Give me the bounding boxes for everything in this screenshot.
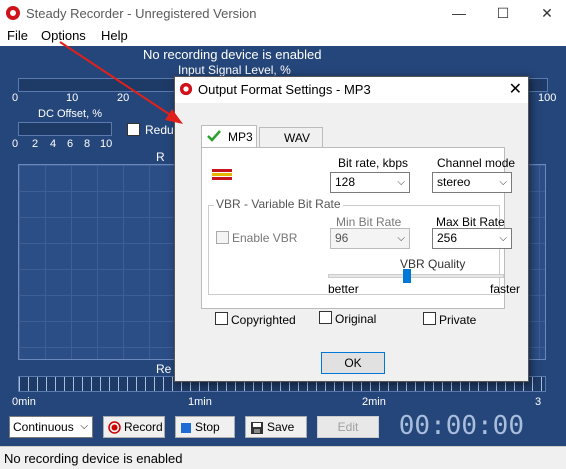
- annotation-arrow: [59, 41, 183, 124]
- checkmark-icon: [207, 130, 221, 142]
- tab-mp3[interactable]: MP3: [201, 125, 257, 147]
- tab-mp3-label: MP3: [228, 130, 253, 144]
